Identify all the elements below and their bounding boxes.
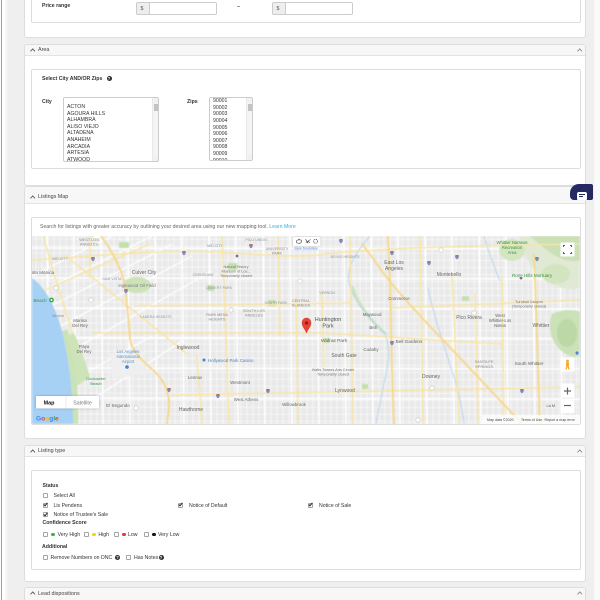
svg-text:Inglewood Oil Field: Inglewood Oil Field	[118, 283, 156, 288]
svg-text:SOUTH LOS: SOUTH LOS	[243, 309, 265, 313]
svg-text:Terms of Use: Terms of Use	[521, 418, 542, 422]
svg-text:ANGELES: ANGELES	[80, 243, 98, 247]
svg-text:ANGELES: ANGELES	[245, 314, 263, 318]
svg-text:Whittier: Whittier	[533, 323, 550, 329]
svg-text:CRENSHAW: CRENSHAW	[193, 273, 214, 277]
svg-text:Commerce: Commerce	[388, 296, 410, 301]
svg-text:Bell: Bell	[369, 325, 376, 330]
svg-text:WEST LOS: WEST LOS	[79, 238, 99, 242]
svg-text:VERNON: VERNON	[319, 291, 335, 295]
svg-text:(Temporarily closed): (Temporarily closed)	[512, 305, 547, 309]
svg-text:Huntington: Huntington	[315, 317, 342, 323]
svg-text:Map: Map	[44, 401, 55, 407]
svg-text:e: e	[55, 416, 59, 423]
svg-text:Natural History: Natural History	[223, 265, 248, 269]
svg-text:ALAMEDA: ALAMEDA	[292, 304, 311, 308]
svg-text:SOUTH PARK: SOUTH PARK	[264, 301, 288, 305]
svg-text:Lennox: Lennox	[188, 375, 203, 380]
svg-text:Airport: Airport	[122, 359, 135, 364]
svg-text:Inglewood: Inglewood	[177, 345, 200, 351]
svg-text:CENTRAL: CENTRAL	[292, 299, 310, 303]
svg-text:Del Rey: Del Rey	[77, 349, 93, 354]
svg-text:Temporarily closed: Temporarily closed	[317, 373, 349, 377]
svg-text:Angeles: Angeles	[385, 266, 404, 272]
svg-text:MID CITY: MID CITY	[207, 244, 223, 248]
svg-text:West Athens: West Athens	[234, 397, 259, 402]
svg-text:Watts Towers Arts Center: Watts Towers Arts Center	[312, 368, 355, 372]
svg-text:LADERA HEIGHTS: LADERA HEIGHTS	[140, 315, 172, 319]
svg-text:UNIVERSITY: UNIVERSITY	[266, 247, 289, 251]
svg-text:Del Rey: Del Rey	[72, 323, 88, 328]
svg-text:El Segundo: El Segundo	[106, 403, 130, 408]
svg-text:Beach: Beach	[90, 381, 101, 386]
svg-text:BOYLE HEIGHTS: BOYLE HEIGHTS	[331, 255, 361, 259]
svg-text:Beach: Beach	[33, 298, 46, 303]
svg-text:Venice: Venice	[52, 313, 65, 318]
svg-text:Nietos: Nietos	[494, 323, 506, 328]
svg-text:Downey: Downey	[422, 374, 441, 380]
svg-text:La M: La M	[547, 404, 555, 408]
svg-text:Bell Gardens: Bell Gardens	[396, 339, 423, 344]
svg-text:Walnut Park: Walnut Park	[321, 338, 348, 344]
svg-text:Willowbrook: Willowbrook	[282, 402, 306, 407]
svg-text:Temporarily closed: Temporarily closed	[220, 274, 252, 278]
svg-text:Hollywood Park Casino: Hollywood Park Casino	[208, 358, 254, 363]
svg-text:Pico Rivera: Pico Rivera	[456, 315, 482, 321]
svg-text:MID-CITY: MID-CITY	[52, 257, 69, 261]
svg-text:save boundary: save boundary	[294, 247, 318, 251]
svg-text:LEIMERT PARK: LEIMERT PARK	[206, 286, 233, 290]
svg-text:Museum of Los...: Museum of Los...	[221, 270, 250, 274]
svg-text:Park: Park	[322, 323, 334, 329]
svg-text:Area: Area	[508, 250, 518, 255]
svg-text:Maywood: Maywood	[363, 312, 382, 317]
svg-text:Westmont: Westmont	[230, 380, 250, 385]
svg-text:Rose Hills Mortuary: Rose Hills Mortuary	[512, 273, 553, 278]
svg-text:PARK: PARK	[272, 252, 283, 256]
svg-text:HEIGHTS: HEIGHTS	[209, 318, 226, 322]
svg-text:PICO UNION: PICO UNION	[245, 238, 267, 242]
svg-text:Hawthorne: Hawthorne	[179, 407, 203, 413]
svg-text:Santa Monica: Santa Monica	[32, 270, 54, 275]
svg-text:Satellite: Satellite	[73, 401, 92, 407]
svg-text:Map data ©2020: Map data ©2020	[487, 418, 514, 422]
svg-text:Cudahy: Cudahy	[363, 347, 379, 352]
svg-text:South Whittier: South Whittier	[515, 361, 544, 366]
svg-text:Montebello: Montebello	[437, 272, 462, 278]
svg-text:PARK MESA: PARK MESA	[206, 313, 228, 317]
svg-text:MAR VISTA: MAR VISTA	[102, 277, 122, 281]
svg-text:Report a map error: Report a map error	[545, 418, 576, 422]
svg-text:South Gate: South Gate	[331, 353, 357, 359]
svg-text:Turnbull Canyon: Turnbull Canyon	[515, 300, 543, 304]
svg-text:SPRINGS: SPRINGS	[475, 364, 493, 369]
svg-text:Culver City: Culver City	[132, 270, 157, 276]
svg-text:Lynwood: Lynwood	[335, 388, 355, 394]
